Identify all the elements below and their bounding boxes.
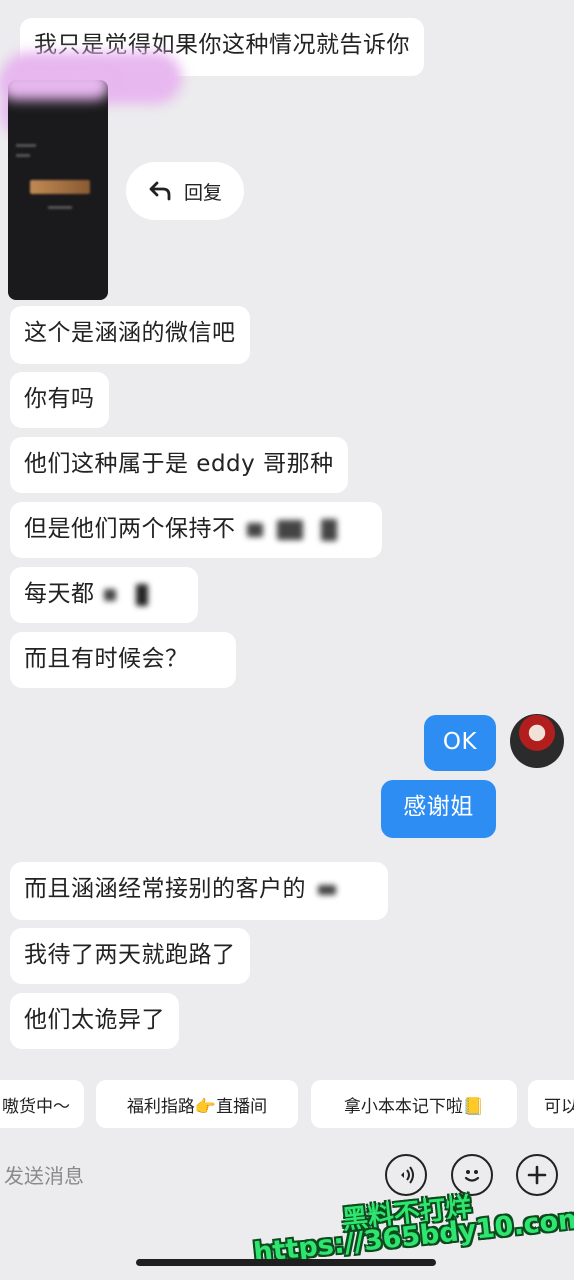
voice-waves-icon <box>401 1166 414 1184</box>
quick-reply-label: 嗷货中～ <box>2 1096 70 1117</box>
reply-arrow-icon <box>149 181 171 201</box>
plus-icon[interactable] <box>516 1154 558 1196</box>
quick-reply-chip[interactable]: 可以 <box>528 1080 574 1128</box>
message-bubble: 每天都 <box>10 567 198 623</box>
quick-reply-chip[interactable]: 福利指路👉直播间 <box>96 1080 298 1128</box>
message-text: 你有吗 <box>24 386 95 412</box>
message-bubble: 你有吗 <box>10 372 109 428</box>
message-text: 而且涵涵经常接别的客户的 <box>24 876 306 902</box>
message-text: 他们太诡异了 <box>24 1007 165 1033</box>
message-bubble: 而且有时候会？ <box>10 632 236 688</box>
my-message-bubble: 感谢姐 <box>381 780 496 838</box>
message-text: 而且有时候会？ <box>24 646 189 672</box>
quick-reply-label: 福利指路👉直播间 <box>126 1096 268 1117</box>
image-thumbnail[interactable] <box>8 80 108 300</box>
redaction-blur <box>320 518 337 541</box>
message-text: 但是他们两个保持不 <box>24 516 236 542</box>
quick-reply-label: 拿小本本记下啦📒 <box>343 1096 485 1117</box>
redaction-blur <box>277 519 304 540</box>
message-text: 我待了两天就跑路了 <box>24 942 236 968</box>
quick-reply-row: 嗷货中～ 福利指路👉直播间 拿小本本记下啦📒 可以 <box>0 1080 574 1128</box>
voice-icon[interactable] <box>385 1154 427 1196</box>
smiley-face-icon <box>464 1170 480 1182</box>
message-bubble: 他们太诡异了 <box>10 993 179 1049</box>
message-bubble: 而且涵涵经常接别的客户的 <box>10 862 388 920</box>
message-bubble: 我待了两天就跑路了 <box>10 928 250 984</box>
message-input[interactable]: 发送消息 <box>4 1160 84 1189</box>
message-text: OK <box>442 729 478 755</box>
my-message-bubble: OK <box>424 715 496 771</box>
message-input-bar: 发送消息 <box>0 1140 574 1210</box>
avatar[interactable] <box>510 714 564 768</box>
redaction-blur <box>317 884 336 895</box>
reply-label: 回复 <box>183 181 222 204</box>
message-text: 他们这种属于是 eddy 哥那种 <box>24 451 334 477</box>
message-text: 感谢姐 <box>403 794 474 820</box>
message-text: 这个是涵涵的微信吧 <box>24 320 236 346</box>
redaction-blur <box>247 522 264 537</box>
reply-button[interactable]: 回复 <box>126 162 244 220</box>
redaction-blur <box>104 588 117 601</box>
message-text: 每天都 <box>24 581 95 607</box>
home-indicator <box>136 1259 436 1266</box>
quick-reply-chip[interactable]: 嗷货中～ <box>0 1080 84 1128</box>
plus-sign-icon <box>527 1165 547 1185</box>
message-bubble: 这个是涵涵的微信吧 <box>10 306 250 364</box>
quick-reply-chip[interactable]: 拿小本本记下啦📒 <box>311 1080 517 1128</box>
redaction-blur <box>136 583 149 606</box>
privacy-blur-overlay <box>0 70 110 100</box>
message-bubble: 但是他们两个保持不 <box>10 502 382 558</box>
message-bubble: 他们这种属于是 eddy 哥那种 <box>10 437 348 493</box>
quick-reply-label: 可以 <box>544 1096 574 1117</box>
